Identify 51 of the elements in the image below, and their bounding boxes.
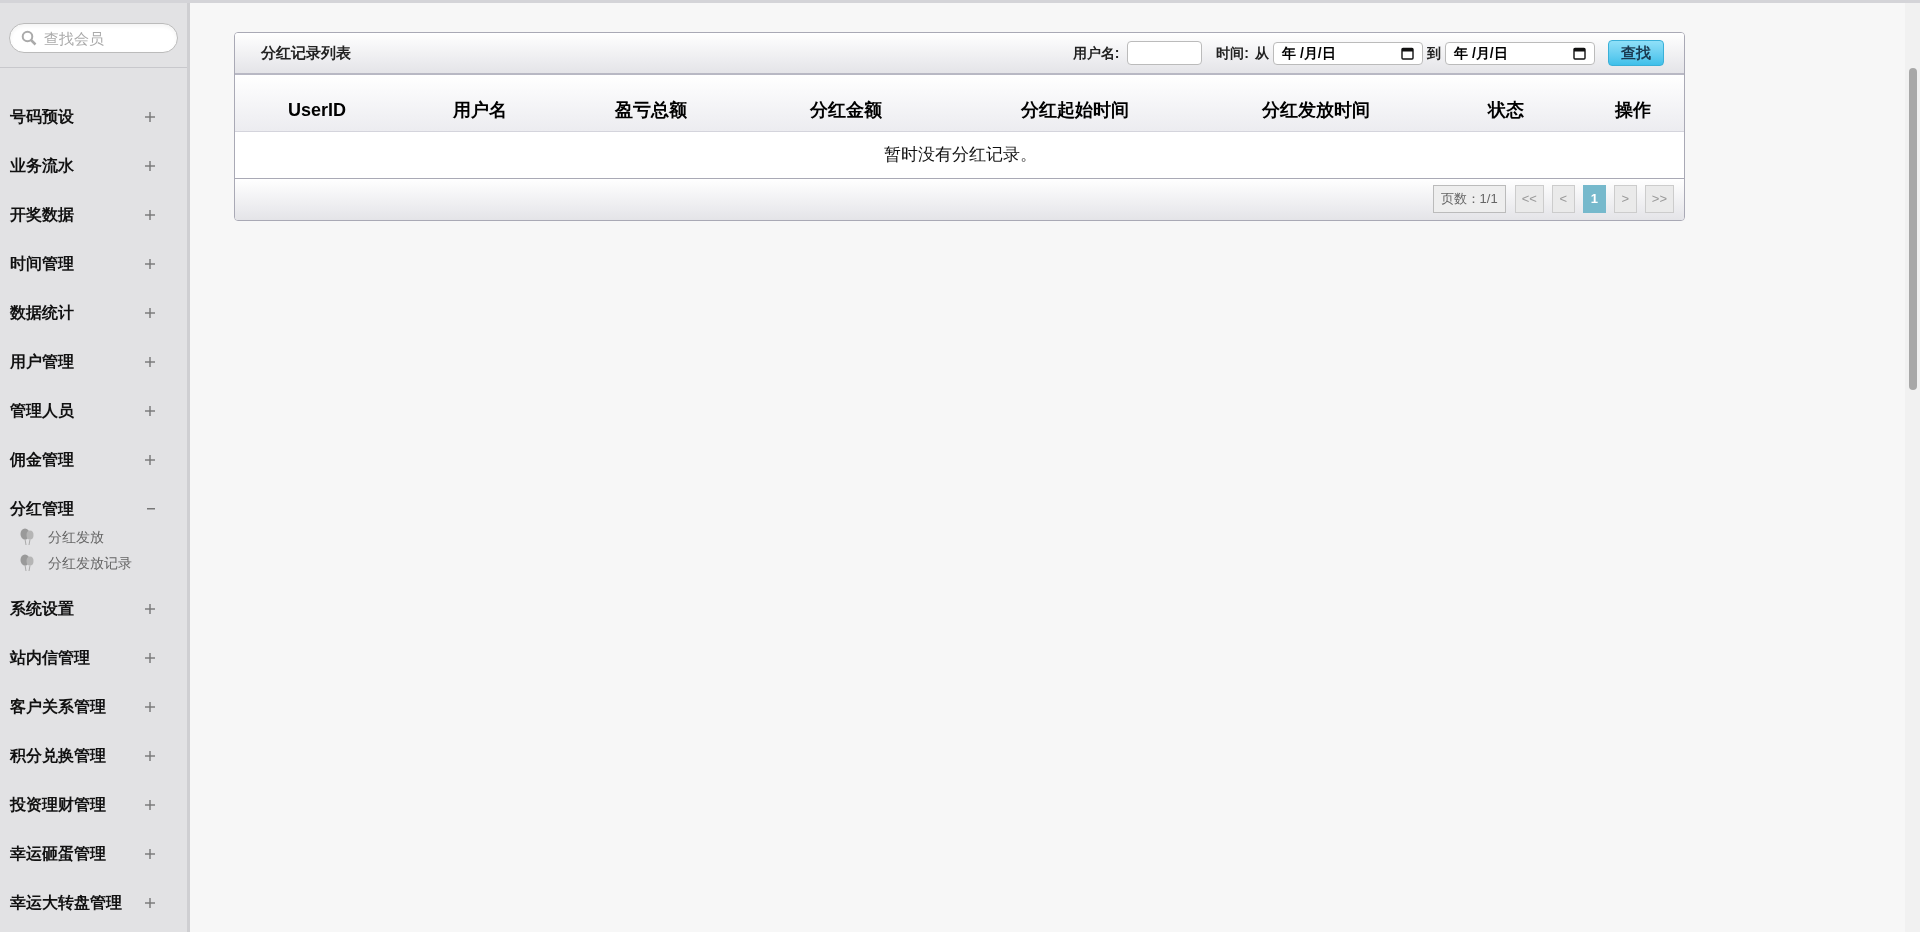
plus-icon[interactable] [145,307,155,318]
submenu-item[interactable]: 分红发放记录 [0,550,187,576]
minus-icon[interactable] [147,507,155,510]
menu-item[interactable]: 投资理财管理 [0,780,187,829]
plus-icon[interactable] [145,356,155,367]
plus-icon[interactable] [145,603,155,614]
from-label: 从 [1255,43,1269,63]
menu-item[interactable]: 开奖数据 [0,190,187,239]
plus-icon[interactable] [145,405,155,416]
username-field[interactable] [1127,41,1203,65]
page-info: 页数：1/1 [1432,185,1506,213]
search-field[interactable]: 查找会员 [9,23,178,53]
plus-icon[interactable] [145,258,155,269]
scrollbar[interactable] [1905,3,1920,932]
search-icon [21,30,37,46]
plus-icon[interactable] [145,848,155,859]
plus-icon[interactable] [145,897,155,908]
plus-icon[interactable] [145,799,155,810]
plus-icon[interactable] [145,750,155,761]
menu-item[interactable]: 系统设置 [0,584,187,633]
username-label: 用户名: [1072,43,1120,63]
calendar-icon[interactable] [1401,46,1414,60]
menu-item[interactable]: 数据统计 [0,288,187,337]
balloon-icon [20,528,34,546]
to-label: 到 [1427,43,1441,63]
balloon-icon [20,554,34,572]
menu-item[interactable]: 站内信管理 [0,633,187,682]
empty-message: 暂时没有分红记录。 [235,131,1684,178]
menu-item[interactable]: 积分兑换管理 [0,731,187,780]
panel-title: 分红记录列表 [261,42,351,63]
plus-icon[interactable] [145,209,155,220]
time-label: 时间: [1216,43,1249,63]
plus-icon[interactable] [145,652,155,663]
plus-icon[interactable] [145,454,155,465]
search-button[interactable]: 查找 [1608,40,1664,66]
date-field[interactable]: 年 /月/日 [1273,41,1423,65]
menu-item[interactable]: 号码预设 [0,92,187,141]
menu-item[interactable]: 客户关系管理 [0,682,187,731]
plus-icon[interactable] [145,111,155,122]
menu-item[interactable]: 用户管理 [0,337,187,386]
menu-item[interactable]: 时间管理 [0,239,187,288]
submenu-item[interactable]: 分红发放 [0,524,187,550]
menu-item[interactable]: 佣金管理 [0,435,187,484]
date-field[interactable]: 年 /月/日 [1445,41,1595,65]
plus-icon[interactable] [145,701,155,712]
calendar-icon[interactable] [1573,46,1586,60]
plus-icon[interactable] [145,160,155,171]
menu-item[interactable]: 幸运砸蛋管理 [0,829,187,878]
menu-item[interactable]: 业务流水 [0,141,187,190]
menu-item[interactable]: 管理人员 [0,386,187,435]
menu-item[interactable]: 幸运大转盘管理 [0,878,187,927]
